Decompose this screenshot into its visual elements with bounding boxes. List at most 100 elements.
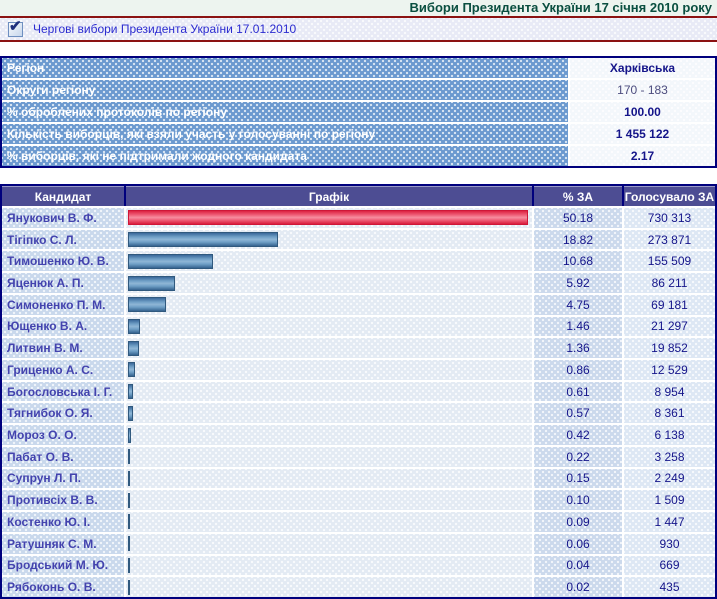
vote-bar — [128, 232, 278, 248]
region-info-table: Регіон Харківська Округи регіону 170 - 1… — [0, 56, 717, 168]
info-value: 2.17 — [570, 146, 715, 166]
candidate-name: Ющенко В. А. — [2, 316, 124, 337]
vote-bar — [128, 362, 135, 378]
table-row: Тягнибок О. Я. 0.57 8 361 — [2, 403, 715, 424]
info-row: Округи регіону 170 - 183 — [2, 80, 715, 100]
votes-value: 1 509 — [624, 490, 715, 511]
vote-bar-cell — [126, 316, 532, 337]
votes-value: 435 — [624, 577, 715, 597]
results-table-header: Кандидат Графік % ЗА Голосувало ЗА — [2, 186, 715, 206]
candidate-name: Пабат О. В. — [2, 446, 124, 467]
percent-value: 0.42 — [534, 425, 622, 445]
table-row: Костенко Ю. І. 0.09 1 447 — [2, 512, 715, 532]
votes-value: 86 211 — [624, 273, 715, 293]
percent-value: 1.46 — [534, 316, 622, 337]
info-value: Харківська — [570, 58, 715, 78]
info-label: % виборців, які не підтримали жодного ка… — [2, 146, 568, 166]
vote-bar-cell — [126, 403, 532, 424]
election-selector[interactable]: ✔ Чергові вибори Президента України 17.0… — [0, 18, 717, 40]
table-row: Бродський М. Ю. 0.04 669 — [2, 555, 715, 576]
votes-value: 19 852 — [624, 338, 715, 359]
info-row: % виборців, які не підтримали жодного ка… — [2, 146, 715, 166]
election-selector-label[interactable]: Чергові вибори Президента України 17.01.… — [33, 22, 296, 36]
vote-bar-cell — [126, 251, 532, 272]
vote-bar — [128, 427, 132, 443]
info-label: Округи регіону — [2, 80, 568, 100]
info-label: Кількість виборців, які взяли участь у г… — [2, 124, 568, 144]
percent-value: 0.10 — [534, 490, 622, 511]
table-row: Тимошенко Ю. В. 10.68 155 509 — [2, 251, 715, 272]
vote-bar-cell — [126, 425, 532, 445]
votes-value: 8 954 — [624, 381, 715, 402]
votes-value: 2 249 — [624, 468, 715, 489]
table-row: Пабат О. В. 0.22 3 258 — [2, 446, 715, 467]
table-row: Мороз О. О. 0.42 6 138 — [2, 425, 715, 445]
vote-bar-cell — [126, 338, 532, 359]
vote-bar — [128, 384, 133, 400]
spacer — [0, 42, 717, 56]
candidate-name: Литвин В. М. — [2, 338, 124, 359]
candidate-name: Тягнибок О. Я. — [2, 403, 124, 424]
table-row: Рябоконь О. В. 0.02 435 — [2, 577, 715, 597]
vote-bar — [128, 492, 130, 508]
candidate-name: Супрун Л. П. — [2, 468, 124, 489]
percent-value: 0.09 — [534, 512, 622, 532]
vote-bar — [128, 557, 130, 573]
vote-bar-cell — [126, 577, 532, 597]
page-title: Вибори Президента України 17 січня 2010 … — [0, 0, 717, 16]
page-title-text: Вибори Президента України 17 січня 2010 … — [409, 0, 712, 15]
table-row: Тігіпко С. Л. 18.82 273 871 — [2, 229, 715, 250]
info-value: 100.00 — [570, 102, 715, 122]
table-row: Ющенко В. А. 1.46 21 297 — [2, 316, 715, 337]
info-value: 1 455 122 — [570, 124, 715, 144]
votes-value: 3 258 — [624, 446, 715, 467]
candidate-name: Противсіх В. В. — [2, 490, 124, 511]
vote-bar-cell — [126, 555, 532, 576]
candidate-name: Симоненко П. М. — [2, 294, 124, 315]
votes-value: 1 447 — [624, 512, 715, 532]
vote-bar-cell — [126, 229, 532, 250]
candidate-name: Мороз О. О. — [2, 425, 124, 445]
election-results-page: Вибори Президента України 17 січня 2010 … — [0, 0, 717, 599]
table-row: Симоненко П. М. 4.75 69 181 — [2, 294, 715, 315]
percent-value: 0.61 — [534, 381, 622, 402]
table-row: Гриценко А. С. 0.86 12 529 — [2, 360, 715, 380]
votes-value: 12 529 — [624, 360, 715, 380]
checkbox-checked-icon[interactable]: ✔ — [8, 18, 23, 37]
results-table: Кандидат Графік % ЗА Голосувало ЗА Януко… — [0, 184, 717, 599]
candidate-name: Рябоконь О. В. — [2, 577, 124, 597]
percent-value: 50.18 — [534, 208, 622, 228]
candidate-name: Ратушняк С. М. — [2, 533, 124, 554]
percent-value: 0.22 — [534, 446, 622, 467]
vote-bar-cell — [126, 446, 532, 467]
table-row: Яценюк А. П. 5.92 86 211 — [2, 273, 715, 293]
vote-bar-cell — [126, 533, 532, 554]
percent-value: 18.82 — [534, 229, 622, 250]
column-header-votes: Голосувало ЗА — [624, 186, 715, 206]
vote-bar — [128, 253, 214, 269]
vote-bar — [128, 210, 528, 226]
vote-bar-cell — [126, 490, 532, 511]
percent-value: 5.92 — [534, 273, 622, 293]
vote-bar — [128, 579, 130, 595]
vote-bar-cell — [126, 208, 532, 228]
percent-value: 0.15 — [534, 468, 622, 489]
percent-value: 0.57 — [534, 403, 622, 424]
votes-value: 8 361 — [624, 403, 715, 424]
info-label: Регіон — [2, 58, 568, 78]
percent-value: 0.86 — [534, 360, 622, 380]
info-row: Регіон Харківська — [2, 58, 715, 78]
spacer — [0, 168, 717, 184]
column-header-candidate: Кандидат — [2, 186, 124, 206]
percent-value: 1.36 — [534, 338, 622, 359]
percent-value: 10.68 — [534, 251, 622, 272]
percent-value: 0.02 — [534, 577, 622, 597]
vote-bar-cell — [126, 360, 532, 380]
table-row: Янукович В. Ф. 50.18 730 313 — [2, 208, 715, 228]
votes-value: 669 — [624, 555, 715, 576]
table-row: Супрун Л. П. 0.15 2 249 — [2, 468, 715, 489]
candidate-name: Бродський М. Ю. — [2, 555, 124, 576]
votes-value: 69 181 — [624, 294, 715, 315]
votes-value: 730 313 — [624, 208, 715, 228]
info-row: Кількість виборців, які взяли участь у г… — [2, 124, 715, 144]
